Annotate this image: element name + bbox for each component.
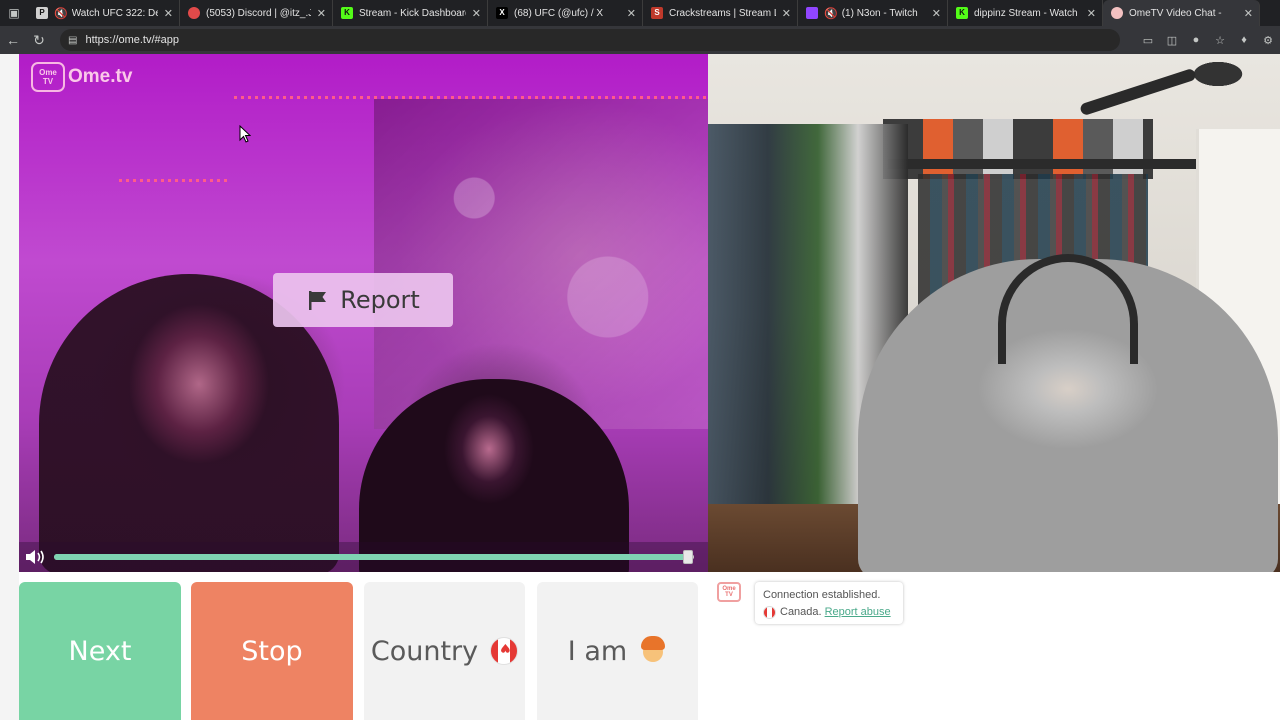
kick-icon: K [956, 7, 968, 19]
browser-tab[interactable]: (5053) Discord | @itz_.Jelan ✕ [180, 0, 333, 26]
kick-icon: K [341, 7, 353, 19]
report-label: Report [340, 286, 420, 314]
muted-icon[interactable]: 🔇 [54, 7, 68, 20]
clothing-rack [888, 159, 1208, 169]
twitch-icon [806, 7, 818, 19]
volume-icon[interactable] [25, 549, 47, 565]
next-button[interactable]: Next [19, 582, 181, 720]
tab-title: OmeTV Video Chat - [1129, 7, 1222, 19]
close-icon[interactable]: ✕ [317, 7, 326, 20]
browser-tab[interactable]: X (68) UFC (@ufc) / X ✕ [488, 0, 643, 26]
ometv-icon [1111, 7, 1123, 19]
logo-text: Ome.tv [68, 66, 133, 87]
canada-flag-icon [490, 637, 519, 665]
ometv-page: Ome TV Ome.tv Report Next Stop Country ♥… [0, 54, 1280, 720]
close-icon[interactable]: ✕ [627, 7, 636, 20]
close-icon[interactable]: ✕ [472, 7, 481, 20]
tab-title: Stream - Kick Dashboard [359, 7, 466, 19]
close-icon[interactable]: ✕ [782, 7, 791, 20]
next-label: Next [68, 635, 132, 667]
self-video [708, 54, 1280, 572]
stop-label: Stop [241, 635, 303, 667]
extension-icon[interactable]: ♦ [1232, 26, 1256, 54]
settings-icon[interactable]: ⚙ [1256, 26, 1280, 54]
cast-icon[interactable]: ▭ [1136, 26, 1160, 54]
browser-toolbar: ← ↻ ▤ https://ome.tv/#app ▭ ◫ ● ☆ ♦ ⚙ [0, 26, 1280, 54]
report-button[interactable]: Report [273, 273, 453, 327]
ppv-icon: P [36, 7, 48, 19]
browser-tab[interactable]: K dippinz Stream - Watch Live ✕ [948, 0, 1103, 26]
browser-tab[interactable]: S Crackstreams | Stream Live ✕ [643, 0, 798, 26]
volume-slider[interactable] [54, 550, 694, 564]
gender-label: I am [567, 635, 628, 667]
install-app-icon[interactable]: ◫ [1160, 26, 1184, 54]
browser-tab[interactable]: 🔇 (1) N3on - Twitch ✕ [798, 0, 948, 26]
ceiling-fan [1068, 54, 1280, 124]
canada-flag-icon [763, 606, 776, 619]
chat-panel: Ome TV Connection established. Canada. R… [708, 572, 1280, 720]
flag-icon [309, 291, 327, 310]
page-gutter [0, 54, 19, 720]
crackstreams-icon: S [651, 7, 663, 19]
connection-status: Connection established. [763, 589, 881, 601]
led-strip [234, 96, 708, 99]
report-abuse-link[interactable]: Report abuse [825, 604, 891, 621]
lens-icon[interactable]: ● [1184, 26, 1208, 54]
tapestry [374, 99, 708, 429]
muted-icon[interactable]: 🔇 [824, 7, 838, 20]
volume-fill [54, 554, 688, 560]
close-icon[interactable]: ✕ [1087, 7, 1096, 20]
bookmark-star-icon[interactable]: ☆ [1208, 26, 1232, 54]
system-message: Connection established. Canada. Report a… [755, 582, 903, 624]
boy-avatar-icon [639, 636, 667, 666]
tab-title: (1) N3on - Twitch [841, 7, 918, 19]
shoe-boxes [883, 119, 1153, 179]
tab-title: Watch UFC 322: Della [71, 7, 158, 19]
site-info-icon[interactable]: ▤ [68, 35, 77, 46]
close-icon[interactable]: ✕ [164, 7, 173, 20]
stop-button[interactable]: Stop [191, 582, 353, 720]
back-icon[interactable]: ← [0, 27, 26, 53]
ometv-chat-logo-icon: Ome TV [717, 582, 741, 602]
logo-tv-icon: Ome TV [31, 62, 65, 92]
close-icon[interactable]: ✕ [1244, 7, 1253, 20]
tab-search-icon[interactable]: ▣ [0, 0, 28, 26]
stranger-video: Ome TV Ome.tv Report [19, 54, 708, 572]
tab-strip: ▣ P 🔇 Watch UFC 322: Della ✕ (5053) Disc… [0, 0, 1280, 26]
close-icon[interactable]: ✕ [932, 7, 941, 20]
partner-country: Canada. [780, 606, 822, 618]
volume-thumb[interactable] [682, 550, 693, 564]
country-label: Country [370, 635, 479, 667]
address-bar[interactable]: ▤ https://ome.tv/#app [60, 29, 1120, 51]
x-icon: X [496, 7, 508, 19]
tab-title: (68) UFC (@ufc) / X [514, 7, 604, 19]
gender-button[interactable]: I am [537, 582, 698, 720]
led-strip [119, 179, 229, 182]
ometv-logo: Ome TV Ome.tv [31, 62, 132, 92]
browser-tab-active[interactable]: OmeTV Video Chat - ✕ [1103, 0, 1260, 26]
country-button[interactable]: Country [364, 582, 525, 720]
tab-title: Crackstreams | Stream Live [669, 7, 776, 19]
browser-tab[interactable]: P 🔇 Watch UFC 322: Della ✕ [28, 0, 180, 26]
volume-bar [19, 542, 708, 572]
browser-tab[interactable]: K Stream - Kick Dashboard ✕ [333, 0, 488, 26]
reload-icon[interactable]: ↻ [26, 27, 52, 53]
discord-icon [188, 7, 200, 19]
url-text: https://ome.tv/#app [85, 34, 180, 46]
tab-title: dippinz Stream - Watch Live [974, 7, 1081, 19]
tab-title: (5053) Discord | @itz_.Jelan [206, 7, 311, 19]
